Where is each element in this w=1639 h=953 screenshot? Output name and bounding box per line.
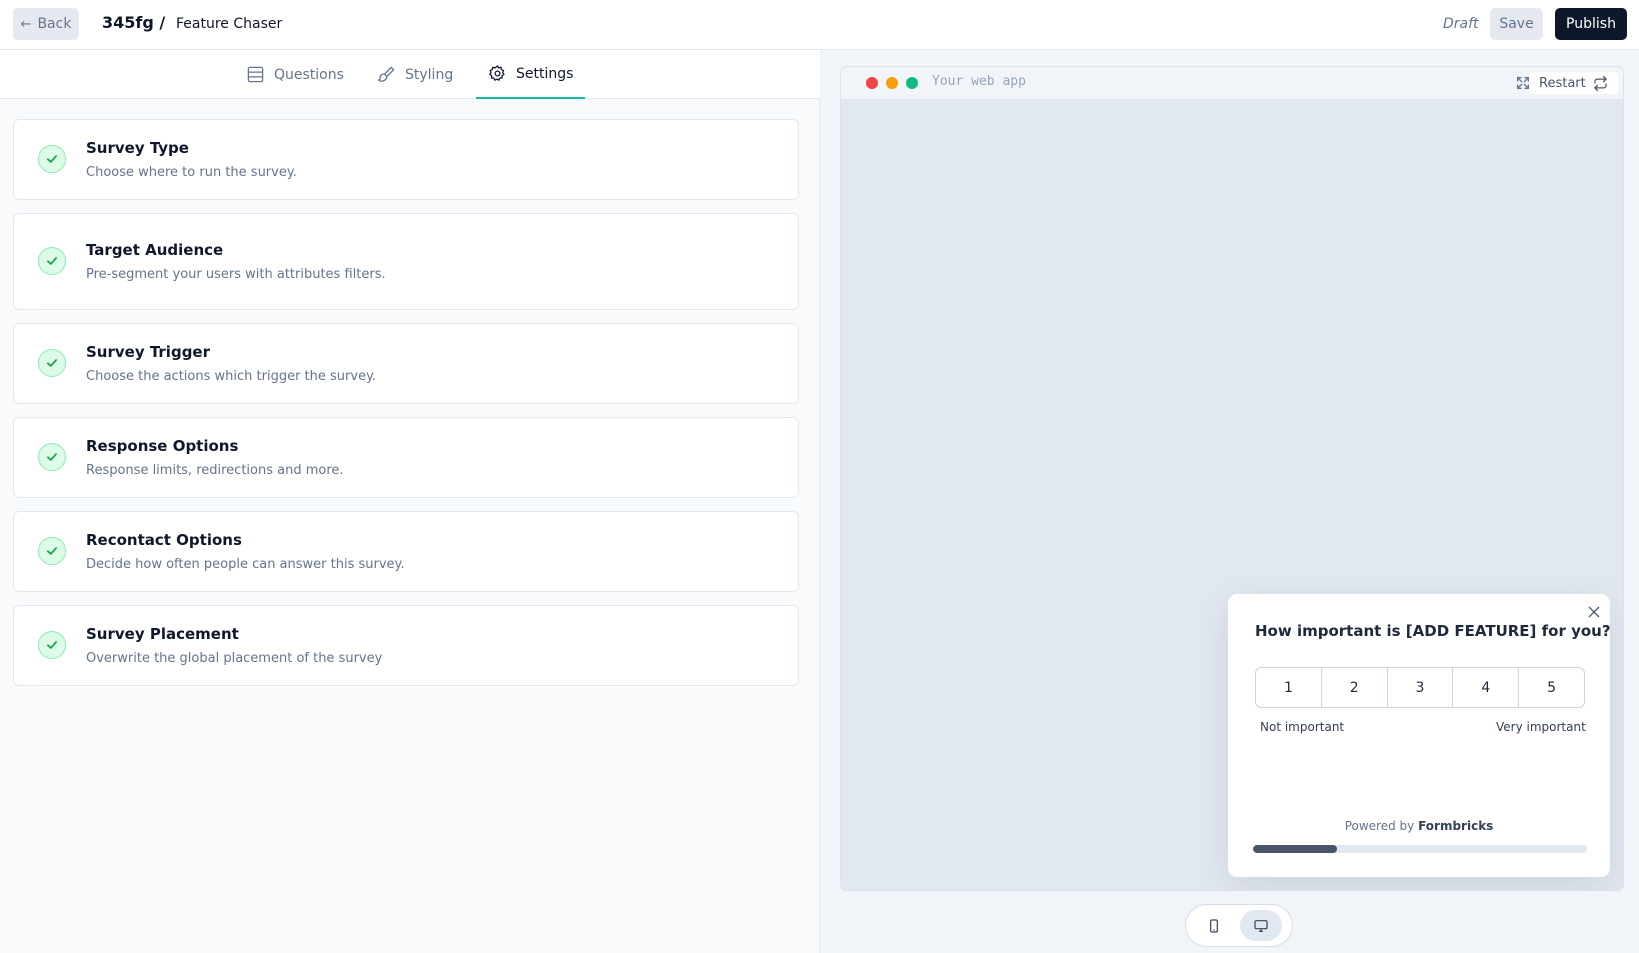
brand-name[interactable]: Formbricks — [1418, 819, 1493, 833]
settings-card-response-options[interactable]: Response Options Response limits, redire… — [13, 417, 799, 498]
lower-label: Not important — [1260, 720, 1345, 734]
arrow-left-icon: ← — [20, 16, 32, 32]
settings-card-survey-placement[interactable]: Survey Placement Overwrite the global pl… — [13, 605, 799, 686]
card-description: Choose where to run the survey. — [86, 165, 297, 180]
card-title: Recontact Options — [86, 531, 242, 549]
back-button[interactable]: ← Back — [13, 8, 79, 40]
top-bar: ← Back 345fg / Feature Chaser Draft Save… — [0, 0, 1639, 50]
check-icon — [38, 443, 66, 471]
tab-questions[interactable]: Questions — [246, 50, 344, 99]
card-title: Response Options — [86, 437, 239, 455]
survey-name[interactable]: Feature Chaser — [176, 16, 282, 32]
repeat-icon — [1593, 75, 1607, 91]
browser-toolbar: Your web app Restart — [841, 67, 1623, 99]
editor-tabs: Questions Styling Settings — [0, 50, 820, 99]
tab-label: Styling — [405, 66, 454, 83]
powered-by-prefix: Powered by — [1344, 819, 1415, 833]
restart-label: Restart — [1539, 75, 1586, 91]
question-headline: How important is [ADD FEATURE] for you? — [1255, 622, 1611, 640]
settings-card-target-audience[interactable]: Target Audience Pre-segment your users w… — [13, 213, 799, 310]
desktop-view-button[interactable] — [1240, 910, 1282, 941]
paintbrush-icon — [377, 66, 395, 82]
card-title: Survey Type — [86, 139, 189, 157]
url-placeholder: Your web app — [932, 74, 1026, 89]
window-close-dot — [866, 77, 878, 89]
powered-by: Powered by Formbricks — [1228, 819, 1610, 833]
settings-card-survey-type[interactable]: Survey Type Choose where to run the surv… — [13, 119, 799, 200]
settings-card-survey-trigger[interactable]: Survey Trigger Choose the actions which … — [13, 323, 799, 404]
card-description: Overwrite the global placement of the su… — [86, 651, 383, 666]
card-title: Target Audience — [86, 241, 224, 259]
device-toggle — [1185, 904, 1293, 947]
upper-label: Very important — [1496, 720, 1586, 734]
monitor-icon — [1254, 919, 1268, 932]
check-icon — [38, 349, 66, 377]
progress-bar — [1253, 845, 1587, 853]
card-description: Decide how often people can answer this … — [86, 557, 405, 572]
progress-fill — [1253, 845, 1337, 853]
card-title: Survey Trigger — [86, 343, 210, 361]
tab-settings[interactable]: Settings — [476, 50, 586, 99]
check-icon — [38, 145, 66, 173]
check-icon — [38, 537, 66, 565]
tab-label: Questions — [274, 66, 344, 83]
smartphone-icon — [1210, 918, 1218, 933]
card-title: Survey Placement — [86, 625, 239, 643]
gear-icon — [488, 65, 505, 82]
list-icon — [247, 66, 264, 83]
survey-modal: How important is [ADD FEATURE] for you? … — [1228, 594, 1611, 877]
check-icon — [38, 631, 66, 659]
rating-scale: 1 2 3 4 5 — [1255, 667, 1585, 708]
rating-option-5[interactable]: 5 — [1519, 668, 1584, 707]
publish-button[interactable]: Publish — [1555, 8, 1627, 40]
card-description: Pre-segment your users with attributes f… — [86, 267, 386, 282]
rating-option-4[interactable]: 4 — [1453, 668, 1520, 707]
status-label: Draft — [1443, 16, 1479, 32]
check-icon — [38, 247, 66, 275]
mobile-view-button[interactable] — [1193, 910, 1235, 941]
tab-label: Settings — [516, 65, 574, 82]
browser-preview: Your web app Restart How important is [A… — [840, 66, 1624, 891]
back-label: Back — [37, 16, 72, 32]
rating-option-1[interactable]: 1 — [1256, 668, 1322, 707]
close-icon[interactable] — [1586, 604, 1602, 620]
rating-option-2[interactable]: 2 — [1322, 668, 1388, 707]
window-minimize-dot — [886, 77, 898, 89]
window-maximize-dot — [906, 77, 918, 89]
card-description: Response limits, redirections and more. — [86, 463, 344, 478]
tab-styling[interactable]: Styling — [377, 50, 453, 99]
preview-panel: Your web app Restart How important is [A… — [820, 50, 1639, 953]
environment-id: 345fg / — [102, 13, 166, 32]
save-button[interactable]: Save — [1490, 8, 1543, 40]
restart-button[interactable]: Restart — [1529, 72, 1618, 94]
card-description: Choose the actions which trigger the sur… — [86, 369, 377, 384]
settings-card-recontact-options[interactable]: Recontact Options Decide how often peopl… — [13, 511, 799, 592]
editor-panel: Questions Styling Settings Survey Type C… — [0, 50, 820, 953]
rating-option-3[interactable]: 3 — [1388, 668, 1454, 707]
